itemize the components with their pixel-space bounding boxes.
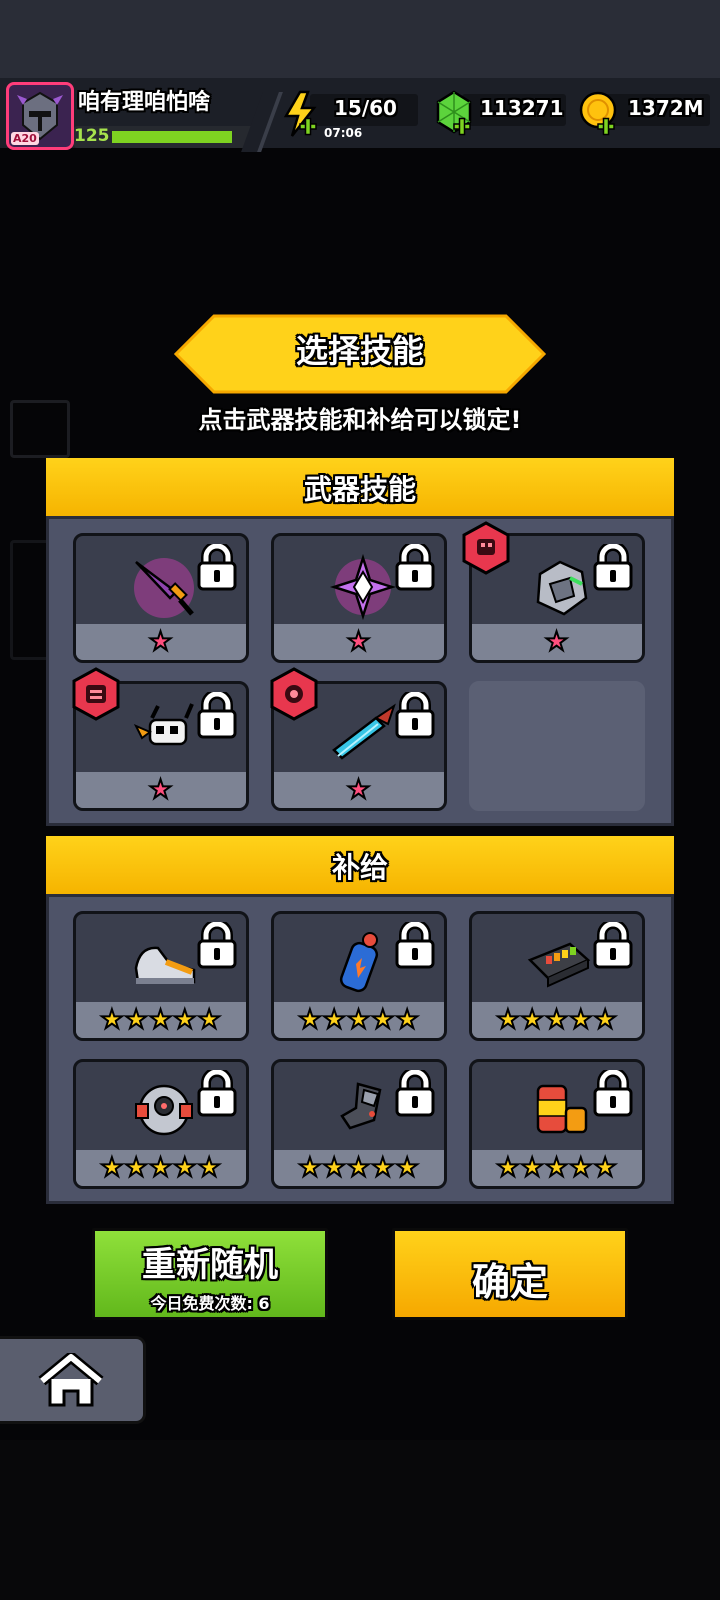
rock-drone-icon xyxy=(536,560,588,616)
energy-value: 15/60 xyxy=(334,96,397,120)
coin-value: 1372M xyxy=(628,96,704,120)
xp-bar: 125 xyxy=(74,126,254,148)
gem-value: 113271 xyxy=(480,96,564,120)
star-rating: ★ xyxy=(148,627,174,657)
lock-icon xyxy=(593,544,633,591)
red-hex-badge-icon xyxy=(270,667,318,721)
star-rating: ★ xyxy=(346,627,372,657)
background-dim-area xyxy=(0,1440,720,1600)
battery-pack-icon xyxy=(527,942,591,988)
green-gem-icon xyxy=(436,90,472,136)
player-level: 125 xyxy=(74,126,110,146)
star-rating: ★★★★★ xyxy=(297,1005,420,1035)
energy-timer: 07:06 xyxy=(324,126,363,140)
weapon-skill-slot[interactable]: ★ xyxy=(73,533,249,663)
reroll-label: 重新随机 xyxy=(142,1245,278,1285)
supply-section-title: 补给 xyxy=(331,851,388,884)
lock-icon xyxy=(395,922,435,969)
weapon-skill-slot[interactable]: ★ xyxy=(271,533,447,663)
supply-slot[interactable]: ★★★★★ xyxy=(469,1059,645,1189)
supply-slot[interactable]: ★★★★★ xyxy=(271,911,447,1041)
top-hud: A20 咱有理咱怕啥 125 15/60 07:06 113271 1372M xyxy=(0,78,720,152)
lock-icon xyxy=(395,544,435,591)
avatar-badge: A20 xyxy=(11,132,39,145)
fuel-canister-icon xyxy=(339,932,379,993)
star-rating: ★★★★★ xyxy=(297,1153,420,1183)
lock-icon xyxy=(395,692,435,739)
supply-slot[interactable]: ★★★★★ xyxy=(73,911,249,1041)
armor-gauntlet-icon xyxy=(340,1082,382,1130)
star-rating: ★ xyxy=(346,775,372,805)
weapon-section-title: 武器技能 xyxy=(303,473,416,506)
lock-icon xyxy=(395,1070,435,1117)
drone-core-icon xyxy=(135,1084,193,1136)
avatar[interactable]: A20 xyxy=(6,82,74,150)
confirm-button[interactable]: 确定 xyxy=(392,1228,628,1320)
red-hex-badge-icon xyxy=(462,521,510,575)
lock-icon xyxy=(197,922,237,969)
lightning-icon xyxy=(283,90,317,137)
star-rating: ★ xyxy=(148,775,174,805)
lock-icon xyxy=(593,1070,633,1117)
star-rating: ★ xyxy=(544,627,570,657)
confirm-label: 确定 xyxy=(471,1260,548,1304)
supply-section-header: 补给 xyxy=(46,836,674,894)
hud-diagonal xyxy=(241,92,283,152)
reroll-button[interactable]: 重新随机 今日免费次数: 6 xyxy=(92,1228,328,1320)
home-button[interactable] xyxy=(0,1336,146,1424)
purple-shuriken-icon xyxy=(329,553,397,621)
star-rating: ★★★★★ xyxy=(99,1005,222,1035)
lock-icon xyxy=(197,1070,237,1117)
status-bar-area xyxy=(0,0,720,78)
purple-sword-icon xyxy=(134,558,194,618)
dialog-title: 选择技能 xyxy=(295,332,424,370)
robot-drone-icon xyxy=(133,703,194,746)
supply-panel: ★★★★★ ★★★★★ ★★★★★ ★★★★★ ★★★★★ ★★★★★ xyxy=(46,894,674,1204)
background-side-icon xyxy=(10,540,50,660)
supply-slot[interactable]: ★★★★★ xyxy=(73,1059,249,1189)
dialog-subtitle: 点击武器技能和补给可以锁定! xyxy=(198,406,522,434)
sneaker-icon xyxy=(134,946,196,984)
reroll-free-count: 今日免费次数: 6 xyxy=(150,1294,270,1313)
player-name: 咱有理咱怕啥 xyxy=(78,90,211,115)
supply-slot[interactable]: ★★★★★ xyxy=(271,1059,447,1189)
lock-icon xyxy=(197,544,237,591)
star-rating: ★★★★★ xyxy=(99,1153,222,1183)
lock-icon xyxy=(593,922,633,969)
star-rating: ★★★★★ xyxy=(495,1153,618,1183)
gem-add-button[interactable] xyxy=(434,90,478,138)
coin-add-button[interactable] xyxy=(578,90,622,138)
empty-skill-slot xyxy=(469,681,645,811)
energy-counter: 15/60 xyxy=(310,94,418,126)
energy-drink-icon xyxy=(536,1084,588,1134)
supply-slot[interactable]: ★★★★★ xyxy=(469,911,645,1041)
weapon-skill-panel: ★ ★ ★ ★ ★ xyxy=(46,516,674,826)
home-icon xyxy=(38,1353,104,1407)
lock-icon xyxy=(197,692,237,739)
weapon-section-header: 武器技能 xyxy=(46,458,674,516)
gold-coin-icon xyxy=(579,91,617,136)
star-rating: ★★★★★ xyxy=(495,1005,618,1035)
red-hex-badge-icon xyxy=(72,667,120,721)
xp-bar-fill xyxy=(112,131,232,143)
energy-add-button[interactable] xyxy=(278,90,322,140)
